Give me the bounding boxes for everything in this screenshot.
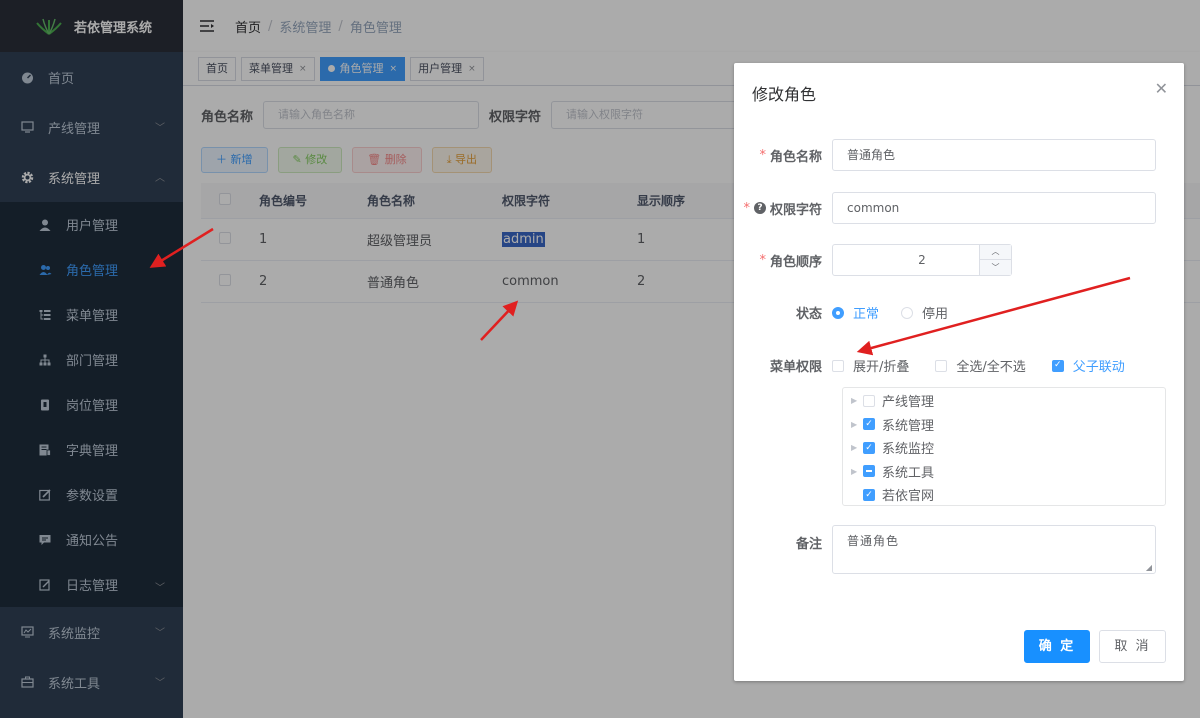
tree-checkbox[interactable]: ✓	[863, 441, 875, 454]
status-label: 状态	[795, 307, 822, 322]
tree-node-label: 系统监控	[882, 442, 935, 458]
check-icon: ✓	[1051, 359, 1064, 372]
tree-node-label: 系统工具	[882, 465, 935, 481]
tree-node[interactable]: ▶ ✓ 系统管理	[843, 413, 1165, 437]
select-all-checkbox[interactable]: 全选/全不选	[935, 356, 1026, 375]
role-key-field-label: 权限字符	[769, 202, 822, 218]
tree-checkbox[interactable]	[863, 465, 875, 478]
checkbox-label: 全选/全不选	[956, 360, 1026, 375]
role-sort-value: 2	[918, 253, 926, 267]
form-row-role-sort: * 角色顺序 2 ︿ ﹀	[734, 244, 1012, 276]
resize-handle-icon[interactable]: ◢	[1146, 563, 1153, 572]
tree-node[interactable]: ✓ 若依官网	[843, 483, 1165, 507]
decrease-button[interactable]: ﹀	[980, 260, 1011, 275]
status-normal-radio[interactable]: 正常	[832, 303, 879, 322]
radio-label: 正常	[853, 307, 880, 322]
menu-tree: ▶ 产线管理 ▶ ✓ 系统管理 ▶ ✓ 系统监控 ▶ 系统工具 ✓ 若依官网	[842, 387, 1166, 506]
tree-checkbox[interactable]	[863, 394, 875, 407]
tree-checkbox[interactable]: ✓	[863, 488, 875, 501]
caret-right-icon[interactable]: ▶	[851, 467, 863, 476]
confirm-button[interactable]: 确 定	[1024, 630, 1090, 663]
checkbox-label: 展开/折叠	[853, 360, 910, 375]
dialog-title: 修改角色	[752, 85, 817, 104]
caret-right-icon[interactable]: ▶	[851, 443, 863, 452]
close-icon[interactable]: ✕	[1155, 79, 1168, 98]
role-sort-stepper[interactable]: 2 ︿ ﹀	[832, 244, 1012, 276]
form-row-status: 状态 正常 停用	[734, 303, 970, 322]
required-mark: *	[743, 200, 750, 216]
radio-label: 停用	[922, 307, 949, 322]
caret-right-icon[interactable]: ▶	[851, 420, 863, 429]
menu-perm-label: 菜单权限	[769, 360, 822, 375]
form-row-role-key: *? 权限字符 common	[734, 192, 1156, 224]
cascade-checkbox[interactable]: ✓ 父子联动	[1051, 356, 1125, 375]
tree-node-label: 若依官网	[882, 489, 935, 505]
form-row-menu-perm: 菜单权限 展开/折叠 全选/全不选 ✓ 父子联动	[734, 356, 1151, 375]
role-key-field[interactable]: common	[832, 192, 1156, 224]
tree-node[interactable]: ▶ 产线管理	[843, 389, 1165, 413]
form-row-role-name: * 角色名称 普通角色	[734, 139, 1156, 171]
tree-node[interactable]: ▶ 系统工具	[843, 460, 1165, 484]
form-row-remark: 备注 普通角色 ◢	[734, 525, 1156, 574]
question-icon[interactable]: ?	[753, 202, 766, 214]
tree-checkbox[interactable]: ✓	[863, 418, 875, 431]
stepper-controls: ︿ ﹀	[979, 245, 1011, 275]
checkbox-label: 父子联动	[1072, 360, 1125, 375]
role-sort-field-label: 角色顺序	[769, 254, 822, 270]
tree-node-label: 系统管理	[882, 418, 935, 434]
remark-textarea[interactable]: 普通角色 ◢	[832, 525, 1156, 574]
status-disabled-radio[interactable]: 停用	[901, 303, 948, 322]
required-mark: *	[759, 252, 766, 268]
role-name-field[interactable]: 普通角色	[832, 139, 1156, 171]
edit-role-dialog: 修改角色 ✕ * 角色名称 普通角色 *? 权限字符 common * 角色顺序 2 …	[734, 63, 1184, 681]
required-mark: *	[759, 147, 766, 163]
remark-label: 备注	[795, 537, 822, 552]
tree-node[interactable]: ▶ ✓ 系统监控	[843, 436, 1165, 460]
caret-right-icon[interactable]: ▶	[851, 396, 863, 405]
role-name-field-label: 角色名称	[769, 149, 822, 165]
tree-node-label: 产线管理	[882, 395, 935, 411]
cancel-button[interactable]: 取 消	[1099, 630, 1166, 663]
expand-collapse-checkbox[interactable]: 展开/折叠	[832, 356, 909, 375]
remark-value: 普通角色	[847, 534, 900, 548]
